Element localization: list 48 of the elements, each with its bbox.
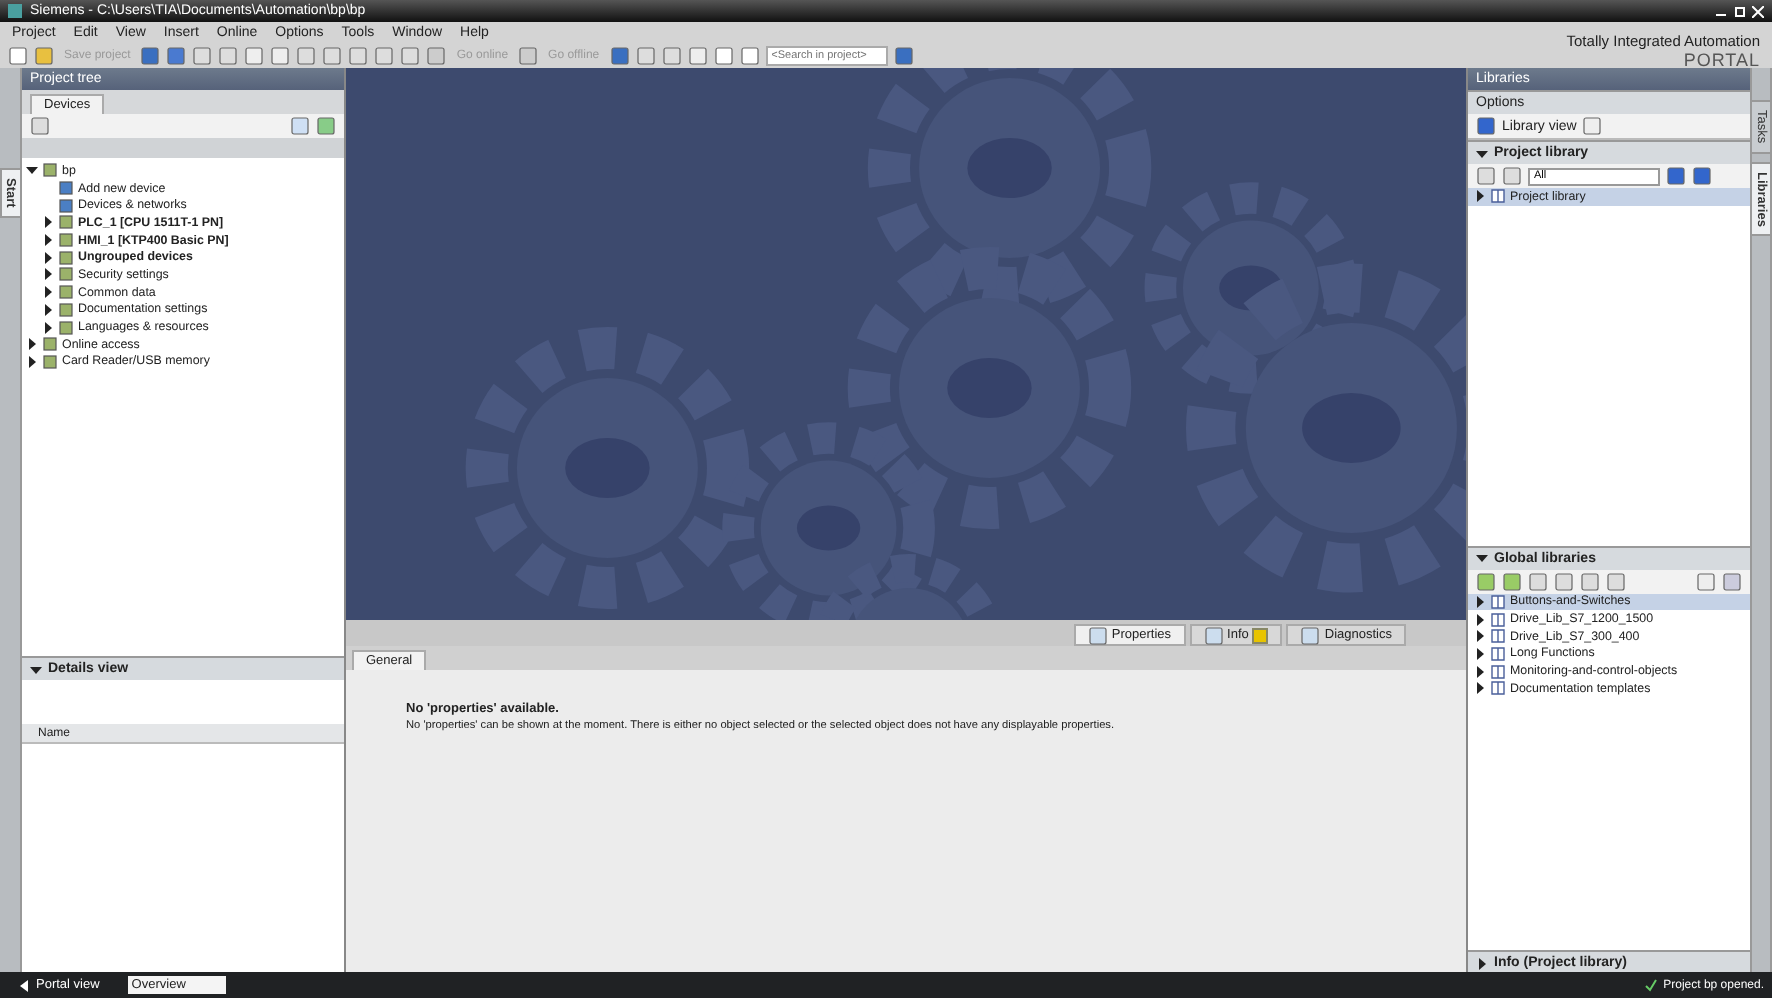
toolbar-icon[interactable] xyxy=(1582,116,1603,136)
caret-icon[interactable] xyxy=(30,663,42,675)
toolbar-icon[interactable] xyxy=(166,46,187,66)
toolbar-icon[interactable] xyxy=(192,46,213,66)
caret-icon[interactable] xyxy=(1476,147,1488,159)
left-arrow-icon xyxy=(20,979,30,991)
expand-arrow-icon[interactable] xyxy=(42,251,54,264)
toolbar-icon[interactable] xyxy=(270,46,291,66)
toolbar-icon[interactable] xyxy=(687,46,708,66)
expand-arrow-icon[interactable] xyxy=(42,234,54,247)
toolbar-icon[interactable] xyxy=(635,46,656,66)
caret-icon[interactable] xyxy=(1476,552,1488,564)
expand-arrow-icon[interactable] xyxy=(1474,190,1486,203)
close-icon[interactable] xyxy=(1752,5,1764,17)
toolbar-icon[interactable] xyxy=(1476,116,1496,136)
toolbar-icon[interactable] xyxy=(30,116,50,136)
toolbar-icon[interactable] xyxy=(713,46,734,66)
toolbar-icon[interactable] xyxy=(244,46,265,66)
toolbar-icon[interactable] xyxy=(518,46,539,66)
toolbar-icon[interactable] xyxy=(893,46,914,66)
expand-arrow-icon[interactable] xyxy=(26,338,38,351)
toolbar-icon[interactable] xyxy=(1300,625,1321,645)
expand-arrow-icon[interactable] xyxy=(26,164,38,177)
toolbar-icon[interactable] xyxy=(140,46,161,66)
toolbar-icon[interactable] xyxy=(322,46,343,66)
toolbar-icon[interactable] xyxy=(426,46,447,66)
app-logo-icon xyxy=(8,4,22,18)
expand-arrow-icon[interactable] xyxy=(42,303,54,316)
toolbar-icon[interactable] xyxy=(400,46,421,66)
check-icon xyxy=(1643,978,1658,992)
toolbar-icon[interactable] xyxy=(1087,625,1108,645)
toolbar-icon[interactable] xyxy=(661,46,682,66)
expand-arrow-icon[interactable] xyxy=(42,286,54,299)
toolbar-icon[interactable] xyxy=(374,46,395,66)
expand-arrow-icon[interactable] xyxy=(42,321,54,334)
restore-icon[interactable] xyxy=(1734,5,1746,17)
expand-arrow-icon[interactable] xyxy=(42,268,54,281)
toolbar-icon[interactable] xyxy=(348,46,369,66)
info-badge-icon xyxy=(1252,627,1269,643)
toolbar-icon[interactable] xyxy=(1203,625,1224,645)
toolbar-icon[interactable] xyxy=(739,46,760,66)
toolbar-icon[interactable] xyxy=(296,46,317,66)
book-icon xyxy=(1490,188,1506,205)
expand-arrow-icon[interactable] xyxy=(42,216,54,229)
toolbar-icon[interactable] xyxy=(609,46,630,66)
expand-arrow-icon[interactable] xyxy=(26,355,38,368)
brand-subtitle: PORTAL xyxy=(1681,50,1760,70)
toolbar-icon[interactable] xyxy=(218,46,239,66)
